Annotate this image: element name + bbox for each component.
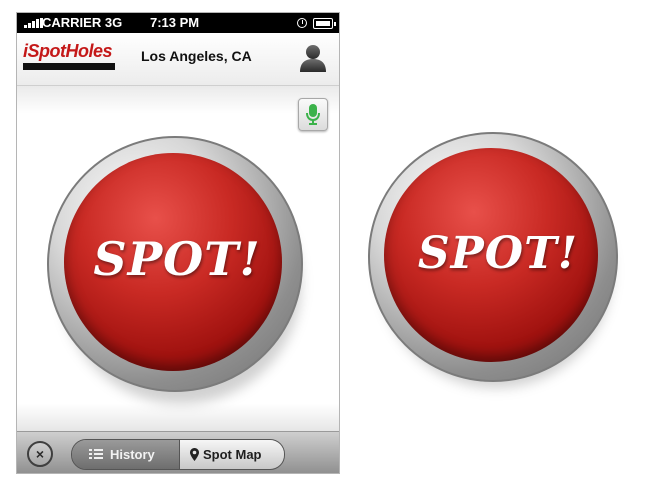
phone-screen: CARRIER 3G 7:13 PM iSpotHoles Los Angele…: [16, 12, 340, 474]
standalone-spot-button[interactable]: SPOT!: [368, 132, 628, 392]
close-button[interactable]: ×: [27, 441, 53, 467]
carrier-label: CARRIER 3G: [42, 15, 123, 30]
tab-history-label: History: [110, 447, 155, 462]
view-segmented-control: History Spot Map: [71, 439, 285, 470]
location-title: Los Angeles, CA: [141, 48, 252, 64]
battery-icon: [313, 18, 336, 29]
user-profile-icon[interactable]: [299, 43, 327, 73]
voice-input-button[interactable]: [298, 98, 328, 131]
status-bar: CARRIER 3G 7:13 PM: [17, 13, 339, 33]
standalone-spot-label: SPOT!: [417, 228, 579, 279]
status-time: 7:13 PM: [150, 15, 200, 30]
alarm-clock-icon: [297, 18, 307, 28]
header-bar: iSpotHoles Los Angeles, CA: [17, 33, 339, 86]
spot-button[interactable]: SPOT!: [47, 136, 307, 404]
bottom-toolbar: × History Spot Map: [17, 431, 339, 473]
logo-text: iSpotHoles: [23, 41, 113, 61]
main-content: SPOT!: [17, 86, 339, 431]
tab-spot-map-label: Spot Map: [203, 447, 262, 462]
tab-history[interactable]: History: [72, 440, 179, 469]
list-icon: [89, 449, 103, 459]
map-pin-icon: [190, 448, 199, 461]
spot-button-label: SPOT!: [93, 232, 261, 286]
logo-underline: [23, 63, 115, 70]
tab-spot-map[interactable]: Spot Map: [179, 440, 284, 469]
app-logo: iSpotHoles: [23, 41, 115, 71]
microphone-icon: [306, 104, 320, 125]
signal-strength-icon: [24, 18, 43, 28]
